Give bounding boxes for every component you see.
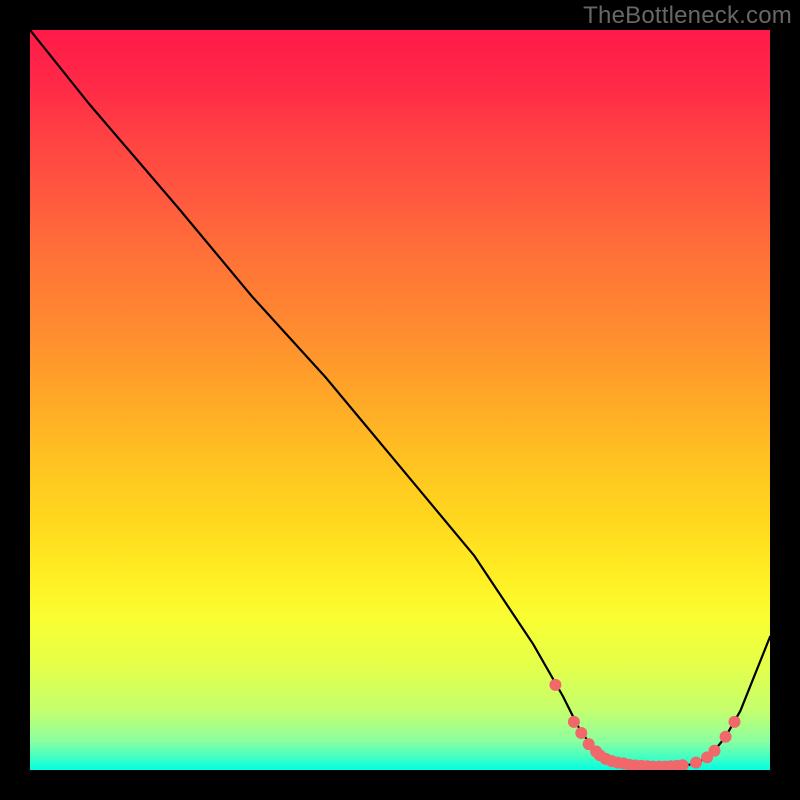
highlight-marker xyxy=(690,757,702,769)
highlight-marker xyxy=(575,727,587,739)
highlight-marker xyxy=(720,731,732,743)
highlight-marker xyxy=(709,745,721,757)
chart-container: TheBottleneck.com xyxy=(0,0,800,800)
highlight-marker xyxy=(728,716,740,728)
highlight-marker xyxy=(568,716,580,728)
highlight-marker xyxy=(549,679,561,691)
watermark-text: TheBottleneck.com xyxy=(583,2,792,30)
bottleneck-curve xyxy=(30,30,770,767)
plot-area xyxy=(30,30,770,770)
line-overlay xyxy=(30,30,770,770)
